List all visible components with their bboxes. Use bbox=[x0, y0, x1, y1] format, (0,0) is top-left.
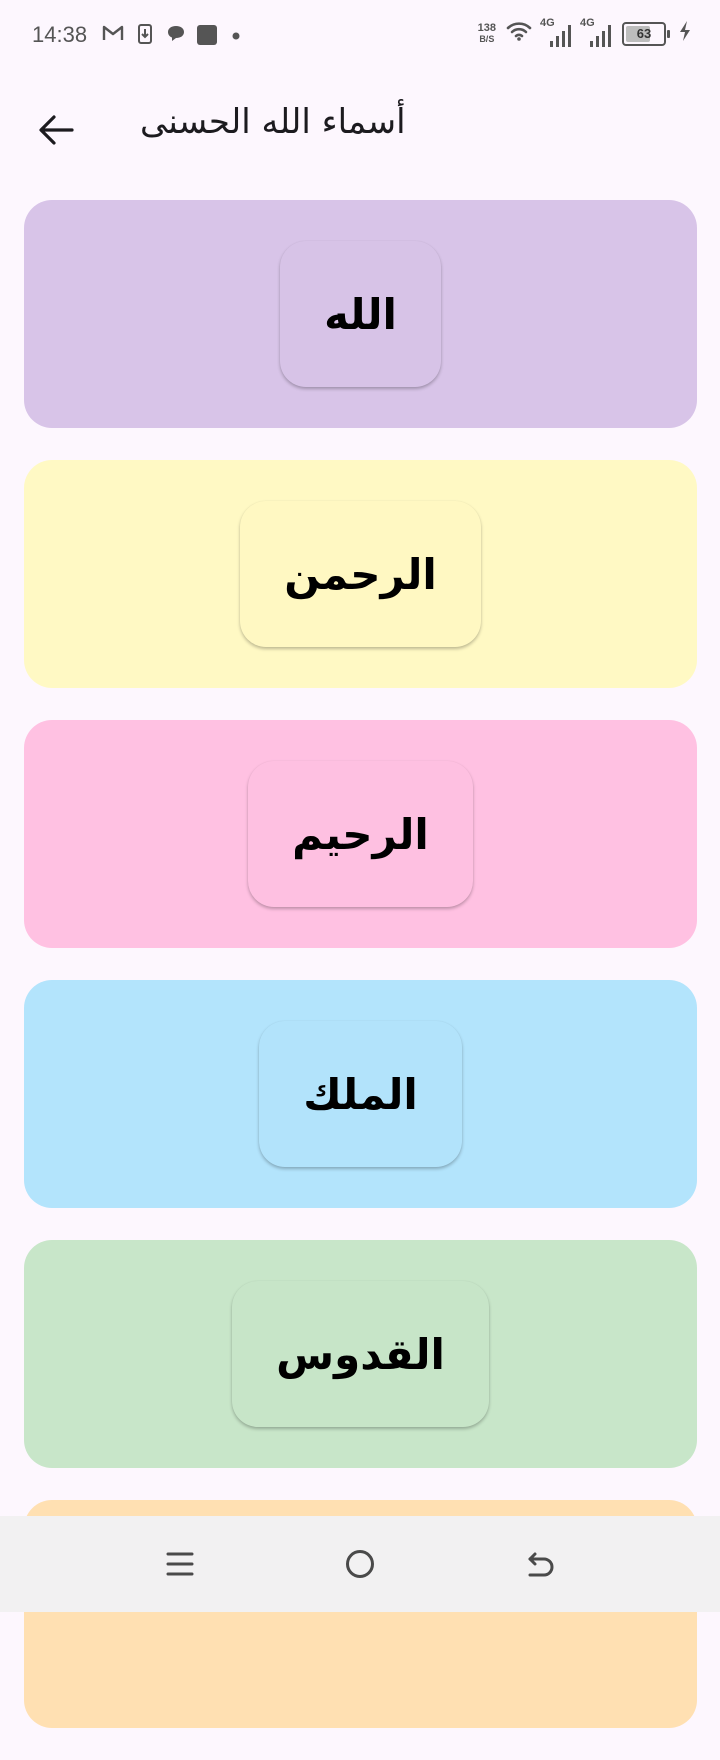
battery-icon: 63 bbox=[622, 21, 670, 46]
name-chip[interactable]: الملك bbox=[259, 1021, 462, 1167]
signal-icon-1: 4G bbox=[540, 17, 572, 47]
system-nav-bar bbox=[0, 1516, 720, 1612]
page-title: أسماء الله الحسنى bbox=[140, 102, 406, 142]
net-speed-unit: B/S bbox=[479, 33, 495, 44]
name-card[interactable]: الرحمن bbox=[24, 460, 697, 688]
name-chip[interactable]: الله bbox=[280, 241, 441, 387]
status-bar: 14:38 138 B/S 4G 4G 63 bbox=[0, 0, 720, 72]
signal2-label: 4G bbox=[580, 16, 595, 29]
dot-icon bbox=[232, 32, 240, 40]
name-card[interactable]: القدوس bbox=[24, 1240, 697, 1468]
name-chip[interactable]: الرحيم bbox=[248, 761, 473, 907]
gmail-icon bbox=[102, 24, 124, 42]
net-speed-value: 138 bbox=[477, 21, 496, 34]
battery-level: 63 bbox=[636, 26, 652, 41]
chat-icon bbox=[166, 24, 186, 42]
home-circle-icon bbox=[346, 1550, 374, 1578]
name-card[interactable]: الرحيم bbox=[24, 720, 697, 948]
signal1-label: 4G bbox=[540, 16, 555, 29]
status-time: 14:38 bbox=[32, 22, 88, 47]
download-icon bbox=[138, 24, 152, 44]
recent-apps-button[interactable] bbox=[152, 1536, 208, 1592]
wifi-icon bbox=[506, 20, 532, 47]
back-icon bbox=[528, 1552, 554, 1577]
status-right-group: 138 B/S 4G 4G 63 bbox=[477, 17, 692, 47]
name-chip[interactable]: القدوس bbox=[232, 1281, 489, 1427]
menu-icon bbox=[166, 1552, 194, 1576]
signal-icon-2: 4G bbox=[580, 17, 612, 47]
home-button[interactable] bbox=[332, 1536, 388, 1592]
back-nav-button[interactable] bbox=[512, 1536, 568, 1592]
arrow-back-icon bbox=[39, 115, 74, 145]
name-card[interactable]: الملك bbox=[24, 980, 697, 1208]
name-chip[interactable]: الرحمن bbox=[240, 501, 481, 647]
back-button[interactable] bbox=[32, 106, 80, 154]
app-bar: أسماء الله الحسنى bbox=[0, 72, 720, 184]
net-speed: 138 B/S bbox=[477, 21, 496, 45]
name-card[interactable]: الله bbox=[24, 200, 697, 428]
app-square-icon bbox=[196, 24, 218, 46]
charging-icon bbox=[678, 20, 692, 47]
